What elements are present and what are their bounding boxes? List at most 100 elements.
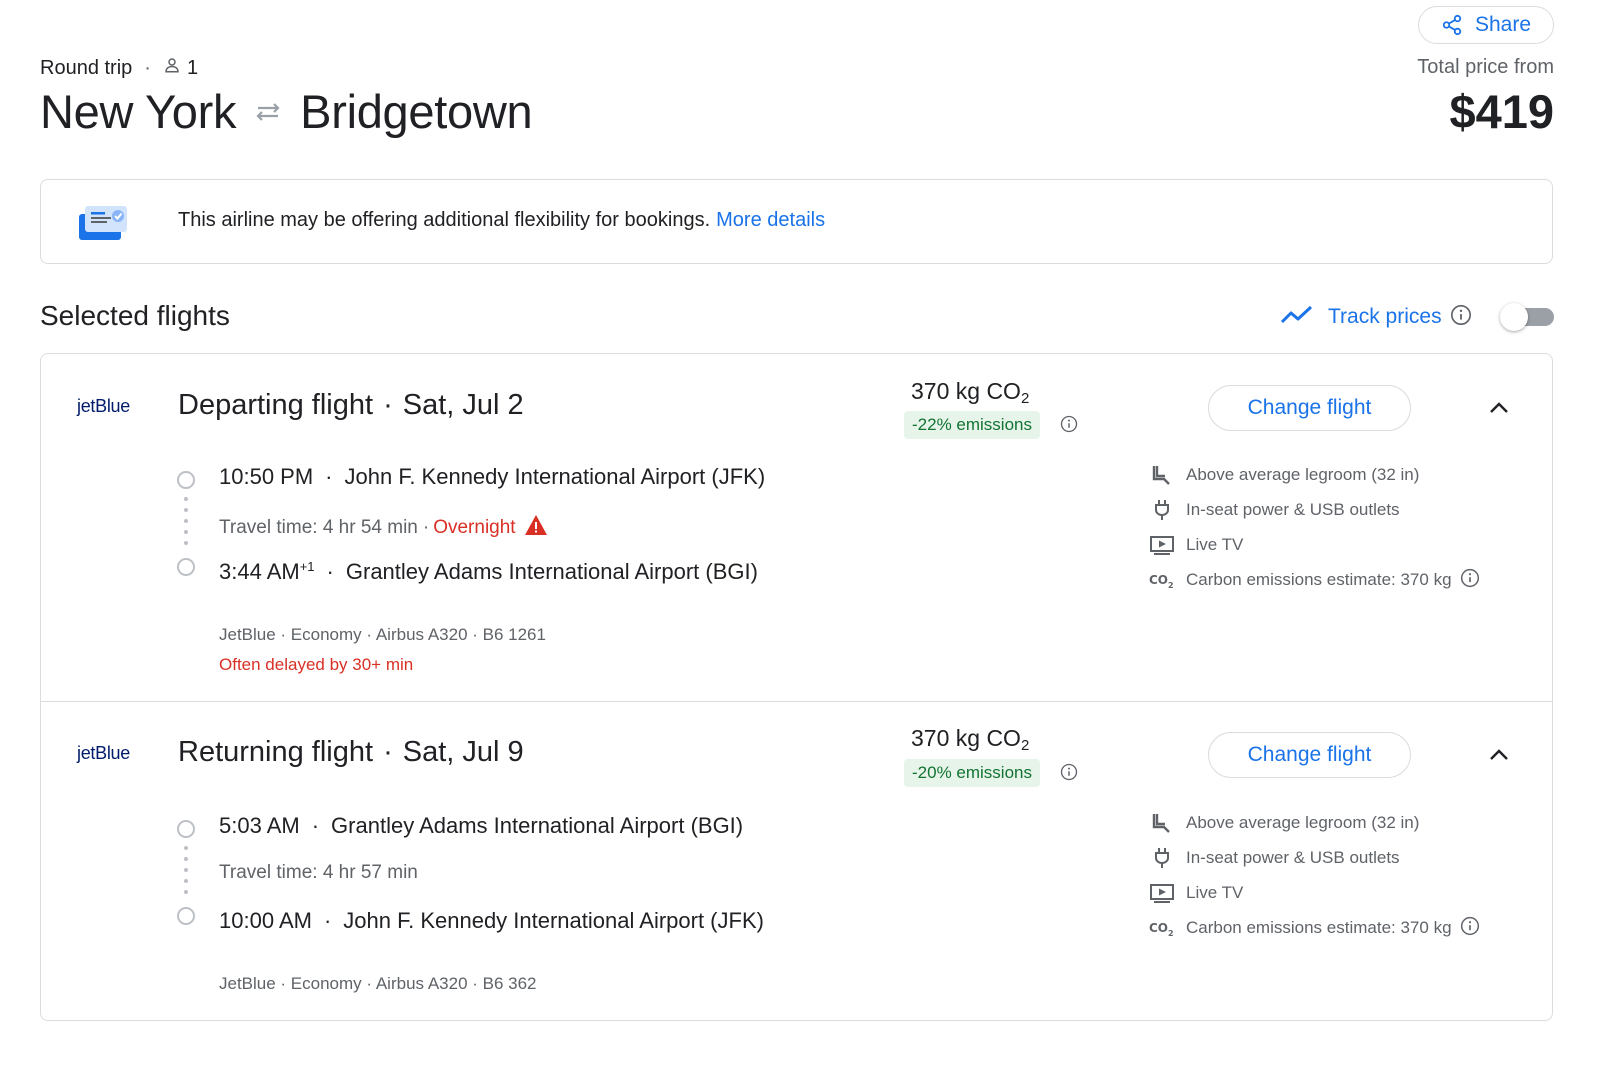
arrival-circle-icon: [177, 907, 195, 925]
arrival-time: 10:00 AM: [219, 908, 312, 933]
jetblue-logo: jetBlue: [77, 396, 130, 416]
svg-text:2: 2: [1168, 581, 1174, 589]
amenity-text: Live TV: [1186, 535, 1244, 554]
more-details-link[interactable]: More details: [716, 209, 825, 231]
change-flight-button[interactable]: Change flight: [1208, 732, 1411, 778]
amenity-text: Live TV: [1186, 883, 1244, 902]
power-plug-icon: [1149, 499, 1175, 521]
share-label: Share: [1474, 13, 1532, 36]
separator-dot: ·: [311, 813, 320, 838]
separator-dot: ·: [383, 389, 393, 421]
co2-amount: 370 kg CO2: [911, 725, 1029, 754]
emissions-badge: -22% emissions: [904, 411, 1040, 439]
co2-value: 370 kg CO: [911, 725, 1021, 751]
amenity-text: Above average legroom (32 in): [1186, 813, 1420, 832]
selected-flights-title: Selected flights: [40, 300, 230, 331]
info-icon[interactable]: [1460, 916, 1480, 941]
track-prices-toggle[interactable]: [1500, 303, 1554, 331]
page-title: New York Bridgetown: [40, 84, 533, 139]
departure-airport: Grantley Adams International Airport (BG…: [331, 813, 744, 838]
amenity-text: Carbon emissions estimate: 370 kg: [1186, 570, 1452, 589]
svg-text:CO: CO: [1149, 573, 1168, 587]
legroom-icon: [1149, 813, 1175, 833]
departure-circle-icon: [177, 820, 195, 838]
dotted-line: [184, 846, 188, 901]
change-flight-button[interactable]: Change flight: [1208, 385, 1411, 431]
chevron-up-icon[interactable]: [1487, 396, 1511, 425]
day-offset: +1: [299, 559, 315, 574]
amenity-live-tv: Live TV: [1149, 533, 1243, 557]
arrival-circle-icon: [177, 558, 195, 576]
amenity-co2: CO 2 Carbon emissions estimate: 370 kg: [1149, 568, 1480, 592]
info-icon[interactable]: [1060, 763, 1078, 786]
returning-flight: jetBlue Returning flight · Sat, Jul 9 370 …: [41, 702, 1552, 1020]
departure-circle-icon: [177, 471, 195, 489]
flight-date: Sat, Jul 9: [402, 736, 524, 768]
flight-details: JetBlue · Economy · Airbus A320 · B6 362: [219, 974, 537, 993]
warning-icon: [524, 514, 548, 542]
amenity-text: Above average legroom (32 in): [1186, 465, 1420, 484]
info-icon[interactable]: [1450, 304, 1472, 331]
info-icon[interactable]: [1460, 568, 1480, 593]
amenity-power: In-seat power & USB outlets: [1149, 498, 1400, 522]
live-tv-icon: [1149, 883, 1175, 903]
track-prices[interactable]: Track prices: [1280, 301, 1472, 333]
trip-type: Round trip: [40, 56, 133, 79]
co2-subscript: 2: [1020, 737, 1030, 754]
separator-dot: ·: [326, 559, 334, 584]
svg-text:CO: CO: [1149, 921, 1168, 935]
arrival-time: 3:44 AM: [219, 559, 300, 584]
separator-dot: ·: [383, 736, 393, 768]
live-tv-icon: [1149, 535, 1175, 555]
svg-text:2: 2: [1168, 929, 1174, 937]
total-price-label: Total price from: [1417, 56, 1554, 78]
travel-time-row: Travel time: 4 hr 54 min · Overnight: [219, 514, 548, 542]
separator-dot: ·: [323, 908, 332, 933]
departure-time: 10:50 PM: [219, 464, 314, 489]
amenity-legroom: Above average legroom (32 in): [1149, 463, 1419, 487]
person-icon: [163, 56, 181, 80]
flight-heading: Returning flight · Sat, Jul 9: [178, 736, 524, 769]
arrival-stop: 10:00 AM · John F. Kennedy International A…: [219, 908, 764, 934]
separator-dot: ·: [422, 517, 430, 538]
amenity-power: In-seat power & USB outlets: [1149, 846, 1400, 870]
notice-text: This airline may be offering additional …: [178, 209, 825, 232]
trend-line-icon: [1280, 304, 1314, 331]
flight-label: Returning flight: [178, 736, 374, 768]
jetblue-logo: jetBlue: [77, 743, 130, 763]
legroom-icon: [1149, 465, 1175, 485]
flexibility-notice: This airline may be offering additional …: [40, 179, 1553, 264]
departure-airport: John F. Kennedy International Airport (J…: [344, 464, 766, 489]
travel-time: Travel time: 4 hr 54 min: [219, 517, 418, 538]
flight-label: Departing flight: [178, 389, 374, 421]
info-icon[interactable]: [1060, 415, 1078, 438]
chevron-up-icon[interactable]: [1487, 743, 1511, 772]
overnight-label: Overnight: [433, 517, 516, 538]
flights-card: jetBlue Departing flight · Sat, Jul 2 370 …: [40, 353, 1553, 1021]
share-icon: [1441, 14, 1463, 36]
passenger-count: 1: [186, 56, 199, 79]
power-plug-icon: [1149, 847, 1175, 869]
dotted-line: [184, 497, 188, 552]
separator-dot: ·: [144, 56, 151, 79]
toggle-knob: [1500, 303, 1528, 331]
delay-warning: Often delayed by 30+ min: [219, 655, 414, 674]
flight-date: Sat, Jul 2: [402, 389, 524, 421]
flight-heading: Departing flight · Sat, Jul 2: [178, 389, 524, 422]
amenity-co2: CO 2 Carbon emissions estimate: 370 kg: [1149, 916, 1480, 940]
co2-value: 370 kg CO: [911, 378, 1021, 404]
arrival-stop: 3:44 AM+1 · Grantley Adams International A…: [219, 559, 758, 585]
co2-icon: CO 2: [1149, 571, 1175, 589]
co2-subscript: 2: [1020, 390, 1030, 407]
travel-time-row: Travel time: 4 hr 57 min: [219, 862, 418, 884]
amenity-legroom: Above average legroom (32 in): [1149, 811, 1419, 835]
share-button[interactable]: Share: [1418, 6, 1554, 44]
departing-flight: jetBlue Departing flight · Sat, Jul 2 370 …: [41, 354, 1552, 702]
booking-ticket-icon: [77, 202, 129, 247]
total-price: $419: [1449, 85, 1554, 138]
arrival-airport: John F. Kennedy International Airport (J…: [343, 908, 764, 933]
track-prices-label[interactable]: Track prices: [1328, 305, 1442, 329]
departure-time: 5:03 AM: [219, 813, 300, 838]
departure-stop: 10:50 PM · John F. Kennedy International A…: [219, 464, 765, 490]
origin-city: New York: [40, 85, 237, 138]
